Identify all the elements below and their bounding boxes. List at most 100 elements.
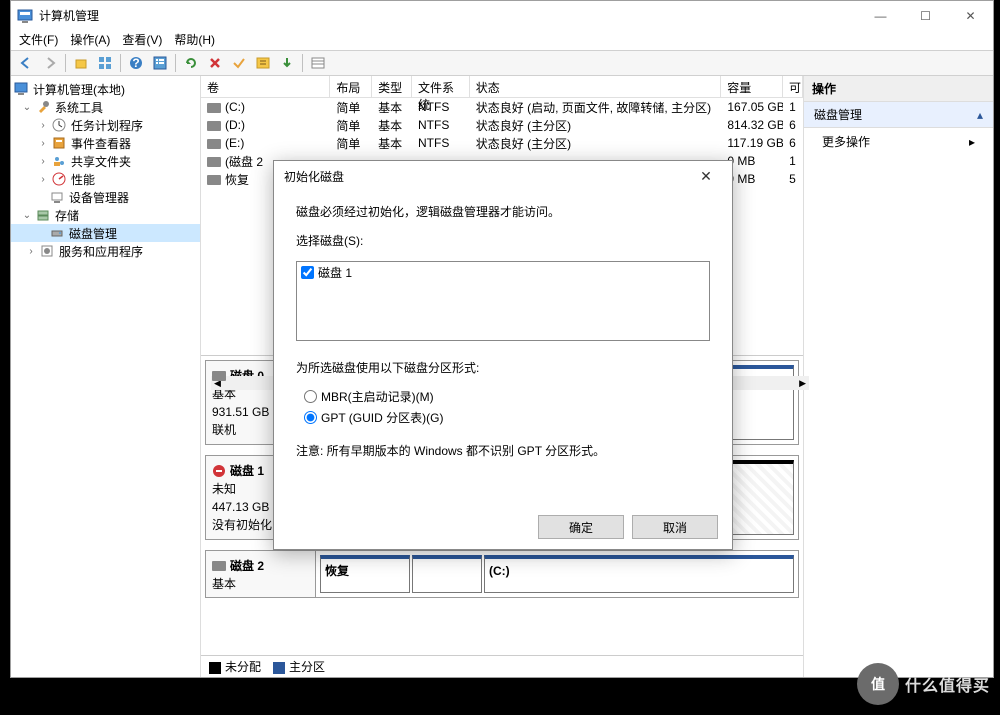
select-disk-label: 选择磁盘(S): <box>296 232 710 249</box>
tree-shared-folders[interactable]: › 共享文件夹 <box>11 152 200 170</box>
window-title: 计算机管理 <box>39 7 858 24</box>
refresh-button[interactable] <box>180 52 202 74</box>
expand-icon[interactable]: › <box>37 138 49 149</box>
actions-disk-mgmt[interactable]: 磁盘管理 ▴ <box>804 102 993 128</box>
dialog-titlebar[interactable]: 初始化磁盘 ✕ <box>274 161 732 191</box>
collapse-icon[interactable]: ⌄ <box>21 210 33 221</box>
expand-icon[interactable]: › <box>25 246 37 257</box>
tree-services-apps[interactable]: › 服务和应用程序 <box>11 242 200 260</box>
partition-c[interactable]: (C:) <box>484 555 794 593</box>
menu-file[interactable]: 文件(F) <box>19 31 58 49</box>
tree-disk-management[interactable]: 磁盘管理 <box>11 224 200 242</box>
dialog-title: 初始化磁盘 <box>284 168 344 185</box>
ok-button[interactable]: 确定 <box>538 515 624 539</box>
detail-button[interactable] <box>149 52 171 74</box>
partition-recovery[interactable]: 恢复 <box>320 555 410 593</box>
expand-icon[interactable]: › <box>37 120 49 131</box>
watermark-text: 什么值得买 <box>905 672 990 696</box>
view-button[interactable] <box>94 52 116 74</box>
delete-button[interactable] <box>204 52 226 74</box>
maximize-button[interactable]: ☐ <box>903 1 948 30</box>
tree-event-viewer[interactable]: › 事件查看器 <box>11 134 200 152</box>
watermark: 值 什么值得买 <box>857 663 990 705</box>
submenu-arrow-icon: ▸ <box>969 135 975 149</box>
actions-pane: 操作 磁盘管理 ▴ 更多操作 ▸ <box>803 76 993 677</box>
dialog-close-button[interactable]: ✕ <box>690 162 722 190</box>
actions-more[interactable]: 更多操作 ▸ <box>804 128 993 155</box>
help-button[interactable]: ? <box>125 52 147 74</box>
disk-select-list[interactable]: 磁盘 1 <box>296 261 710 341</box>
disk-icon <box>49 225 65 241</box>
tree-system-tools[interactable]: ⌄ 系统工具 <box>11 98 200 116</box>
dialog-message: 磁盘必须经过初始化，逻辑磁盘管理器才能访问。 <box>296 203 710 220</box>
tree-storage[interactable]: ⌄ 存储 <box>11 206 200 224</box>
cancel-button[interactable]: 取消 <box>632 515 718 539</box>
menu-view[interactable]: 查看(V) <box>122 31 162 49</box>
col-capacity[interactable]: 容量 <box>721 76 783 97</box>
menu-help[interactable]: 帮助(H) <box>174 31 215 49</box>
warn-icon <box>212 464 226 478</box>
initialize-disk-dialog: 初始化磁盘 ✕ 磁盘必须经过初始化，逻辑磁盘管理器才能访问。 选择磁盘(S): … <box>273 160 733 550</box>
navigation-tree: 计算机管理(本地) ⌄ 系统工具 › 任务计划程序 › 事件查看器 › 共享文件… <box>11 76 201 677</box>
tree-device-manager[interactable]: 设备管理器 <box>11 188 200 206</box>
event-icon <box>51 135 67 151</box>
menu-action[interactable]: 操作(A) <box>70 31 110 49</box>
list-button[interactable] <box>307 52 329 74</box>
volume-header: 卷 布局 类型 文件系统 状态 容量 可 <box>201 76 803 98</box>
collapse-arrow-icon: ▴ <box>977 108 983 122</box>
disk-2-label: 磁盘 2 基本 <box>206 551 316 597</box>
partition-style-label: 为所选磁盘使用以下磁盘分区形式: <box>296 359 710 376</box>
volume-row[interactable]: (C:)简单基本NTFS状态良好 (启动, 页面文件, 故障转储, 主分区)16… <box>201 98 803 116</box>
menubar: 文件(F) 操作(A) 查看(V) 帮助(H) <box>11 30 993 50</box>
col-status[interactable]: 状态 <box>470 76 722 97</box>
legend-primary-swatch <box>273 662 285 674</box>
svg-text:?: ? <box>132 56 139 70</box>
col-volume[interactable]: 卷 <box>201 76 330 97</box>
close-button[interactable]: ✕ <box>948 1 993 30</box>
mbr-radio[interactable] <box>304 390 317 403</box>
gpt-radio[interactable] <box>304 411 317 424</box>
forward-button[interactable] <box>39 52 61 74</box>
tree-root[interactable]: 计算机管理(本地) <box>11 80 200 98</box>
tree-performance[interactable]: › 性能 <box>11 170 200 188</box>
perf-icon <box>51 171 67 187</box>
toolbar: ? <box>11 50 993 76</box>
check-button[interactable] <box>228 52 250 74</box>
dialog-note: 注意: 所有早期版本的 Windows 都不识别 GPT 分区形式。 <box>296 442 710 459</box>
up-button[interactable] <box>70 52 92 74</box>
legend: 未分配 主分区 <box>201 655 803 677</box>
arrow-button[interactable] <box>276 52 298 74</box>
mbr-radio-row[interactable]: MBR(主启动记录)(M) <box>304 388 710 405</box>
watermark-badge: 值 <box>857 663 899 705</box>
expand-icon[interactable]: › <box>37 174 49 185</box>
back-button[interactable] <box>15 52 37 74</box>
disk-2-block[interactable]: 磁盘 2 基本 恢复 (C:) <box>205 550 799 598</box>
volume-row[interactable]: (D:)简单基本NTFS状态良好 (主分区)814.32 GB6 <box>201 116 803 134</box>
collapse-icon[interactable]: ⌄ <box>21 102 33 113</box>
computer-icon <box>13 81 29 97</box>
disk-1-checkbox[interactable] <box>301 266 314 279</box>
storage-icon <box>35 207 51 223</box>
tree-task-scheduler[interactable]: › 任务计划程序 <box>11 116 200 134</box>
actions-header: 操作 <box>804 76 993 102</box>
disk-1-checkbox-row[interactable]: 磁盘 1 <box>301 264 705 281</box>
app-icon <box>17 8 33 24</box>
tools-icon <box>35 99 51 115</box>
gpt-radio-row[interactable]: GPT (GUID 分区表)(G) <box>304 409 710 426</box>
drive-icon <box>212 561 226 571</box>
minimize-button[interactable]: — <box>858 1 903 30</box>
clock-icon <box>51 117 67 133</box>
legend-unalloc-swatch <box>209 662 221 674</box>
volume-row[interactable]: (E:)简单基本NTFS状态良好 (主分区)117.19 GB6 <box>201 134 803 152</box>
shared-icon <box>51 153 67 169</box>
titlebar[interactable]: 计算机管理 — ☐ ✕ <box>11 1 993 30</box>
col-layout[interactable]: 布局 <box>330 76 372 97</box>
tree-button[interactable] <box>252 52 274 74</box>
drive-icon <box>212 371 226 381</box>
services-icon <box>39 243 55 259</box>
expand-icon[interactable]: › <box>37 156 49 167</box>
col-fs[interactable]: 文件系统 <box>412 76 470 97</box>
col-rest[interactable]: 可 <box>783 76 803 97</box>
col-type[interactable]: 类型 <box>372 76 412 97</box>
partition[interactable] <box>412 555 482 593</box>
